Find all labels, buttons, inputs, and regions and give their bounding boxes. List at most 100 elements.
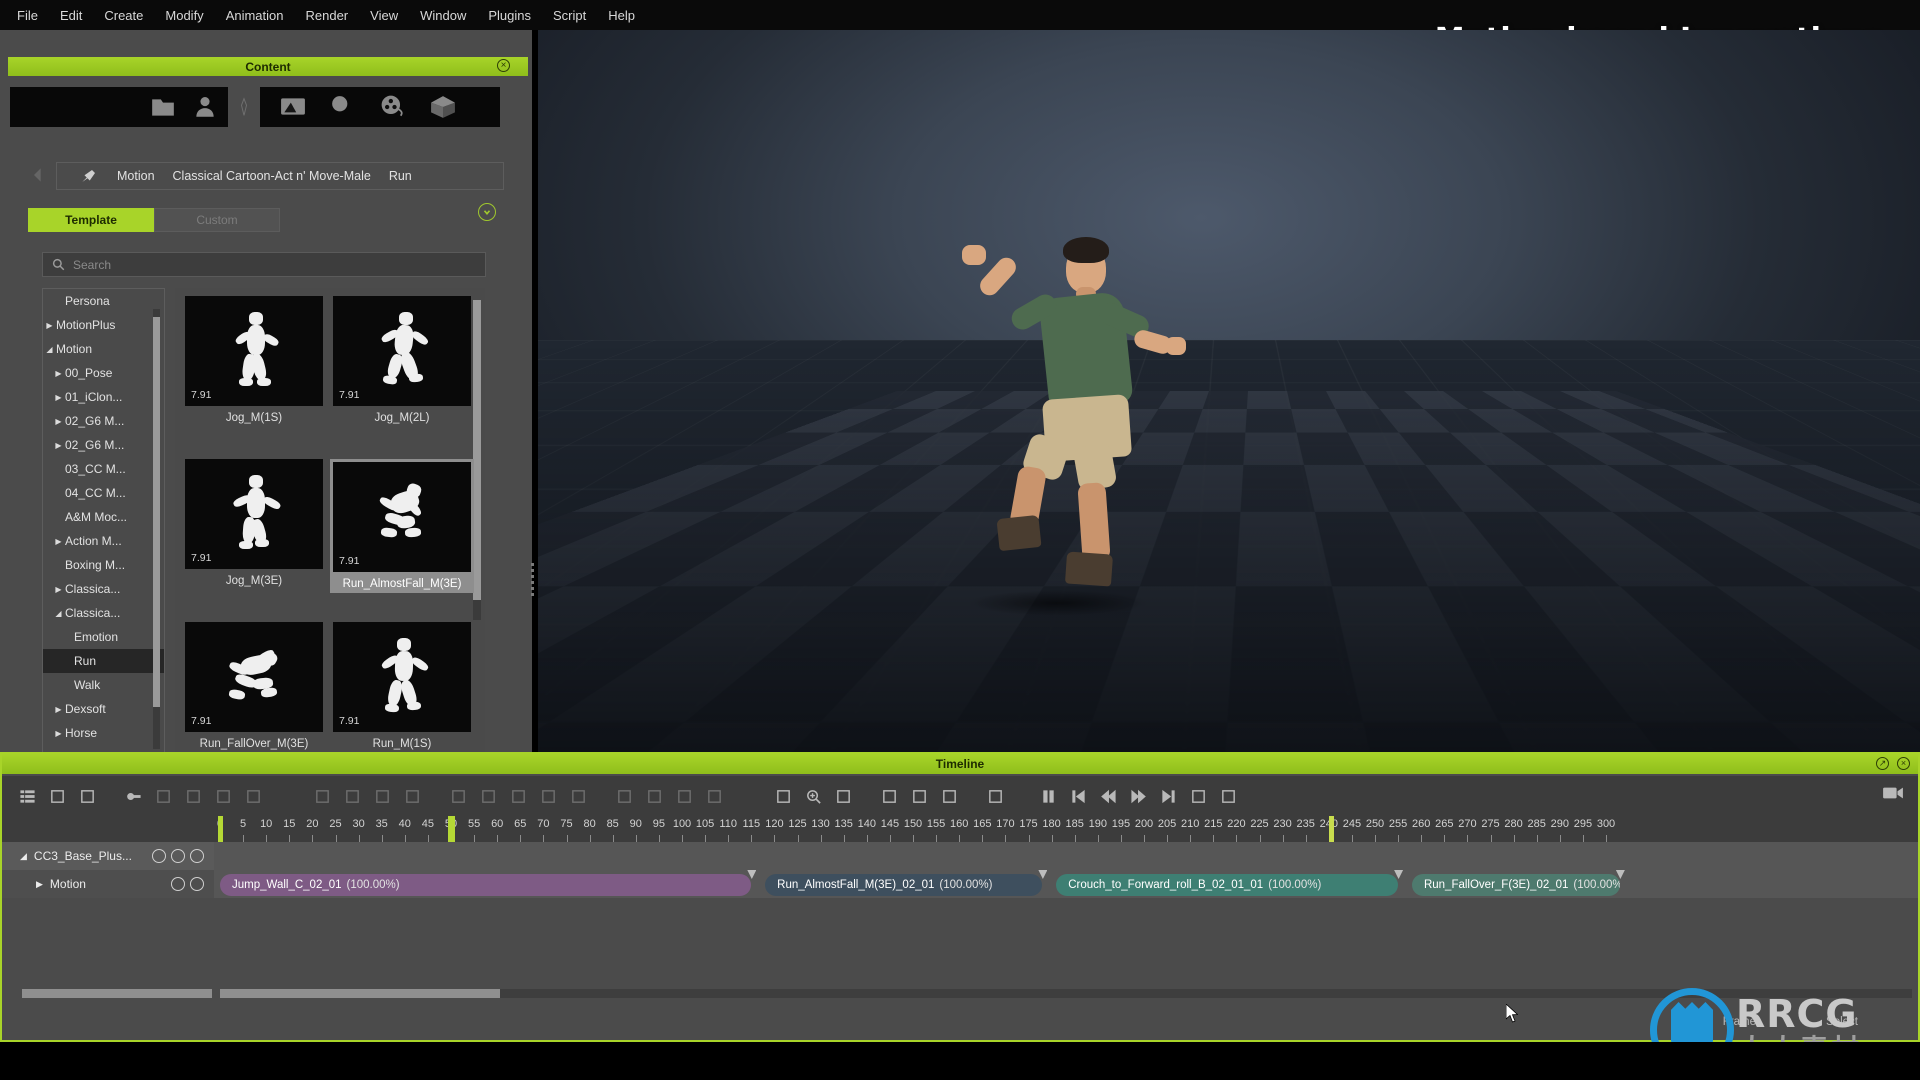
rewind-start-icon[interactable] [1065,783,1092,809]
tree-item-classica[interactable]: ▶ Classica... [43,577,164,601]
close-icon[interactable] [190,849,204,863]
tree-item-classica[interactable]: ◢ Classica... [43,601,164,625]
dot-icon[interactable] [309,783,336,809]
paste-icon[interactable] [369,783,396,809]
package-box-icon[interactable] [430,94,456,120]
align-right-icon[interactable] [505,783,532,809]
zoom-in-icon[interactable] [800,783,827,809]
track-clip-row[interactable] [214,842,1918,870]
tree-expand-arrow-icon[interactable]: ▶ [52,729,65,738]
breadcrumb-segment-1[interactable]: Classical Cartoon-Act n' Move-Male [173,169,371,183]
menu-item-plugins[interactable]: Plugins [477,4,542,27]
menu-item-edit[interactable]: Edit [49,4,93,27]
forward-end-icon[interactable] [1155,783,1182,809]
menu-item-script[interactable]: Script [542,4,597,27]
range-icon[interactable] [1185,783,1212,809]
tree-item-motionplus[interactable]: ▶ MotionPlus [43,313,164,337]
thumbnail-preview[interactable]: 7.91 [185,622,323,732]
folder-icon[interactable] [150,94,176,120]
tab-template[interactable]: Template [28,208,154,232]
tree-item-action-m[interactable]: ▶ Action M... [43,529,164,553]
tree-expand-arrow-icon[interactable]: ▶ [43,321,56,330]
thumbnail-item[interactable]: 7.91 Jog_M(3E) [185,459,323,587]
tree-item-dexsoft[interactable]: ▶ Dexsoft [43,697,164,721]
tree-item-02-g6-m[interactable]: ▶ 02_G6 M... [43,409,164,433]
tree-item-boxing-m[interactable]: Boxing M... [43,553,164,577]
add-key-icon[interactable] [399,783,426,809]
playhead[interactable] [448,816,455,842]
transition-icon[interactable] [770,783,797,809]
track-list-icon[interactable] [14,783,41,809]
timeline-track-area[interactable]: Jump_Wall_C_02_01 (100.00%) Run_AlmostFall… [214,842,1918,992]
track-clip-row[interactable]: Jump_Wall_C_02_01 (100.00%) Run_AlmostFall… [214,870,1918,898]
forward-icon[interactable] [1125,783,1152,809]
copy-icon[interactable] [339,783,366,809]
column-icon[interactable] [44,783,71,809]
tree-expand-arrow-icon[interactable]: ◢ [43,345,56,354]
tree-item-horse[interactable]: ▶ Horse [43,721,164,745]
range-end-marker[interactable] [1328,816,1334,842]
tree-expand-arrow-icon[interactable]: ▶ [52,441,65,450]
undock-icon[interactable]: ↗ [1876,757,1889,770]
tree-expand-arrow-icon[interactable]: ▶ [52,537,65,546]
tree-item-motion[interactable]: ◢ Motion [43,337,164,361]
trim-right-icon[interactable] [936,783,963,809]
zoom-dropdown-icon[interactable] [830,783,857,809]
thumbnail-preview[interactable]: 7.91 [185,296,323,406]
motion-curve-icon[interactable] [701,783,728,809]
menu-item-view[interactable]: View [359,4,409,27]
align-left-icon[interactable] [475,783,502,809]
grid-scrollbar[interactable] [473,300,481,620]
camera-icon[interactable] [1882,784,1904,802]
menu-item-render[interactable]: Render [295,4,360,27]
range-start-marker[interactable] [218,816,223,842]
undo-icon[interactable] [150,783,177,809]
character-model[interactable] [948,205,1248,625]
tree-expand-arrow-icon[interactable]: ◢ [52,609,65,618]
collapse-h-icon[interactable] [611,783,638,809]
fit-icon[interactable] [982,783,1009,809]
3d-viewport[interactable] [538,30,1920,752]
tree-item-01-iclon[interactable]: ▶ 01_iClon... [43,385,164,409]
step-prev-icon[interactable] [641,783,668,809]
tree-item-persona[interactable]: Persona [43,289,164,313]
tree-scrollbar[interactable] [153,309,160,749]
panel-resize-grip[interactable] [528,560,536,596]
expand-h-icon[interactable] [565,783,592,809]
close-icon[interactable]: × [1897,757,1910,770]
tree-expand-arrow-icon[interactable]: ▶ [52,585,65,594]
tree-expand-arrow-icon[interactable]: ▶ [52,417,65,426]
menu-item-modify[interactable]: Modify [154,4,214,27]
visibility-icon[interactable] [171,877,185,891]
visibility-icon[interactable] [171,849,185,863]
lock-icon[interactable] [152,849,166,863]
step-next-icon[interactable] [671,783,698,809]
breadcrumb-segment-0[interactable]: Motion [117,169,155,183]
menu-item-animation[interactable]: Animation [215,4,295,27]
film-reel-icon[interactable] [380,94,406,120]
reset-icon[interactable] [210,783,237,809]
timeline-clip[interactable]: Run_AlmostFall_M(3E)_02_01 (100.00%) [765,874,1043,896]
thumbnail-item[interactable]: 7.91 Run_AlmostFall_M(3E) [330,459,474,593]
tree-item-04-cc-m[interactable]: 04_CC M... [43,481,164,505]
tree-item-walk[interactable]: Walk [43,673,164,697]
thumbnail-item[interactable]: 7.91 Run_M(1S) [333,622,471,750]
thumbnail-preview[interactable]: 7.91 [333,296,471,406]
back-arrow-icon[interactable] [28,165,56,187]
tree-item-emotion[interactable]: Emotion [43,625,164,649]
close-icon[interactable]: × [497,59,510,72]
trim-left-icon[interactable] [906,783,933,809]
timeline-clip[interactable]: Run_FallOver_F(3E)_02_01 (100.00%) [1411,874,1620,896]
tree-item-run[interactable]: Run [43,649,164,673]
content-category-tree[interactable]: Persona ▶ MotionPlus ◢ Motion ▶ 00_Pose ▶ 01_iCl… [42,288,165,783]
redo-icon[interactable] [180,783,207,809]
prop-tree-icon[interactable] [330,94,356,120]
tree-item-00-pose[interactable]: ▶ 00_Pose [43,361,164,385]
thumbnail-preview[interactable]: 7.91 [185,459,323,569]
timeline-ruler[interactable]: 0510152025303540455055606570758085909510… [2,816,1918,842]
breadcrumb-path[interactable]: Motion Classical Cartoon-Act n' Move-Mal… [56,162,504,190]
thumbnail-item[interactable]: 7.91 Jog_M(2L) [333,296,471,424]
collapse-rows-icon[interactable] [74,783,101,809]
pause-icon[interactable] [1035,783,1062,809]
tree-expand-arrow-icon[interactable]: ▶ [52,369,65,378]
